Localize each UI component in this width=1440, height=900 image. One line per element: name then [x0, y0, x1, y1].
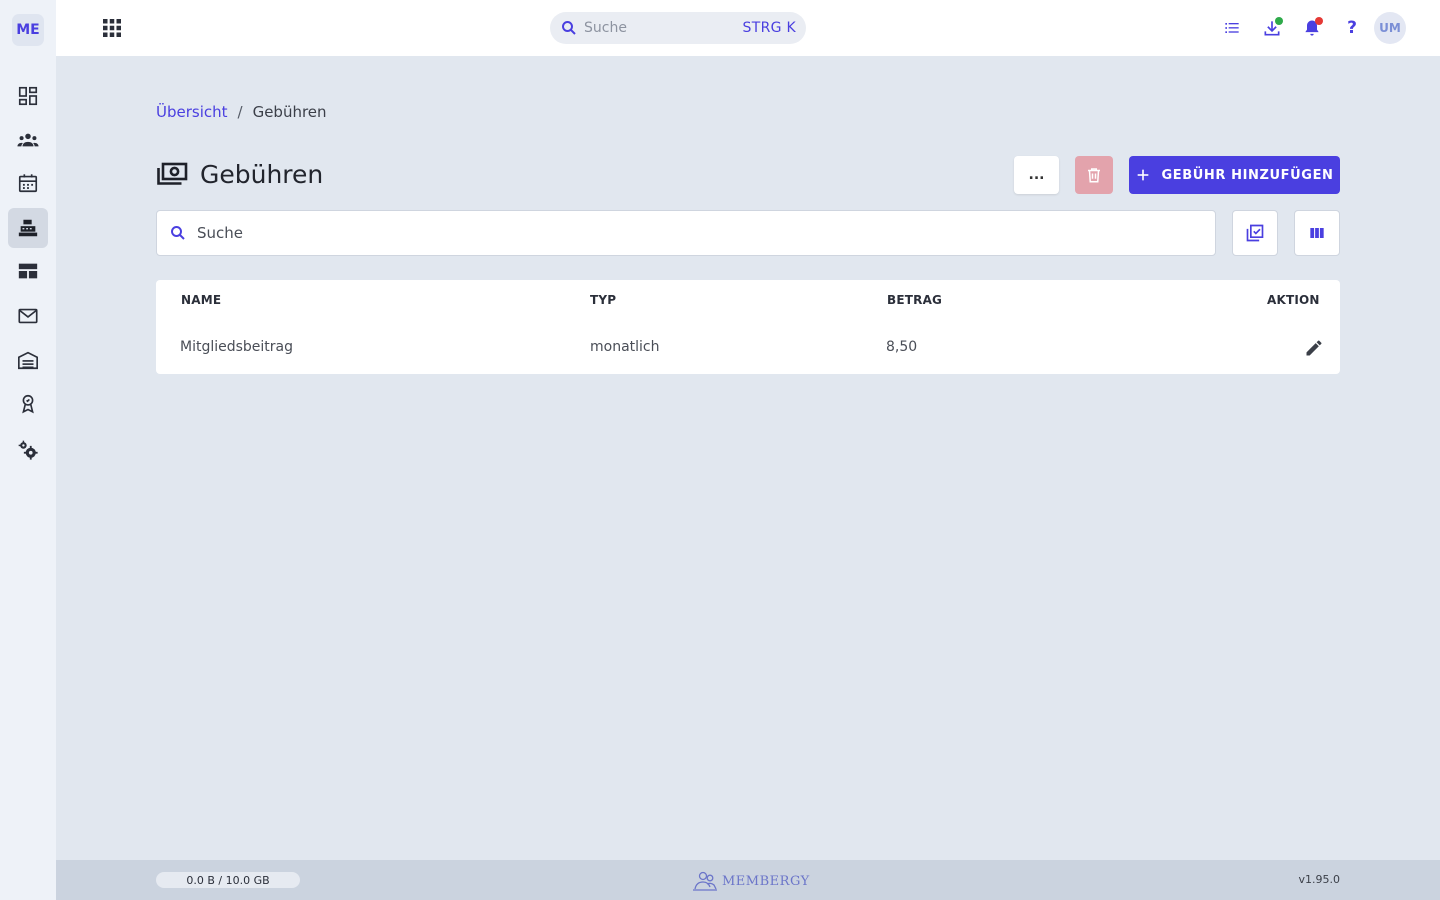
- columns-button[interactable]: [1294, 210, 1340, 256]
- checklist-icon: [1246, 224, 1264, 242]
- layout-icon: [18, 263, 38, 279]
- brand: MEMBERGY: [692, 870, 810, 892]
- search-shortcut-hint: STRG K: [742, 20, 796, 36]
- calendar-icon: [18, 174, 38, 193]
- sidebar-item-calendar[interactable]: [8, 163, 48, 203]
- column-header-action: AKTION: [1267, 293, 1320, 307]
- breadcrumb: Übersicht / Gebühren: [156, 103, 327, 121]
- sidebar-item-layout[interactable]: [8, 251, 48, 291]
- breadcrumb-overview-link[interactable]: Übersicht: [156, 103, 228, 121]
- sidebar-item-members[interactable]: [8, 120, 48, 160]
- plus-icon: [1138, 169, 1149, 181]
- search-icon: [562, 21, 576, 35]
- cash-register-icon: [18, 219, 38, 237]
- edit-icon[interactable]: [1304, 338, 1324, 358]
- column-header-amount[interactable]: BETRAG: [887, 293, 942, 307]
- tasks-button[interactable]: [1220, 16, 1244, 40]
- notification-badge: [1315, 17, 1323, 25]
- sidebar-item-awards[interactable]: [8, 384, 48, 424]
- award-icon: [22, 394, 34, 414]
- footer: 0.0 B / 10.0 GB MEMBERGY v1.95.0: [56, 860, 1440, 900]
- page-title: Gebühren: [200, 159, 324, 189]
- global-search[interactable]: Suche STRG K: [550, 12, 806, 44]
- app-logo[interactable]: ME: [12, 14, 44, 46]
- members-icon: [17, 133, 39, 147]
- downloads-button[interactable]: [1260, 16, 1284, 40]
- settings-icon: [18, 440, 38, 460]
- column-header-type[interactable]: TYP: [590, 293, 616, 307]
- sidebar-item-fees[interactable]: [8, 208, 48, 248]
- search-icon: [171, 226, 185, 240]
- fee-type-cell: monatlich: [590, 339, 660, 355]
- columns-icon: [1310, 228, 1324, 238]
- membergy-logo-icon: [693, 871, 717, 891]
- dashboard-icon: [18, 86, 38, 106]
- money-icon: [157, 162, 188, 185]
- user-avatar[interactable]: UM: [1374, 12, 1406, 44]
- fee-amount-cell: 8,50: [886, 339, 918, 355]
- sidebar-item-warehouse[interactable]: [8, 340, 48, 380]
- delete-button[interactable]: [1075, 156, 1113, 194]
- app-version: v1.95.0: [1298, 873, 1341, 886]
- list-icon: [1225, 23, 1239, 33]
- warehouse-icon: [18, 351, 38, 370]
- help-button[interactable]: ?: [1340, 16, 1364, 40]
- breadcrumb-current: Gebühren: [252, 103, 327, 121]
- fees-table: NAME TYP BETRAG AKTION Mitgliedsbeitrag …: [156, 280, 1340, 374]
- top-bar: Suche STRG K ? UM: [56, 0, 1440, 56]
- brand-name: MEMBERGY: [722, 873, 810, 889]
- fee-search-input[interactable]: [197, 224, 1203, 242]
- sidebar-item-mail[interactable]: [8, 296, 48, 336]
- notifications-button[interactable]: [1300, 16, 1324, 40]
- trash-icon: [1088, 168, 1100, 183]
- page-header: Gebühren: [156, 158, 323, 190]
- more-actions-button[interactable]: ...: [1014, 156, 1059, 194]
- add-fee-button[interactable]: GEBÜHR HINZUFÜGEN: [1129, 156, 1340, 194]
- download-status-dot: [1275, 17, 1283, 25]
- breadcrumb-separator: /: [237, 103, 243, 121]
- mail-icon: [18, 308, 38, 324]
- sidebar-item-dashboard[interactable]: [8, 76, 48, 116]
- add-fee-label: GEBÜHR HINZUFÜGEN: [1161, 167, 1334, 183]
- fee-search-field[interactable]: [156, 210, 1216, 256]
- fee-name-cell: Mitgliedsbeitrag: [180, 339, 294, 355]
- sidebar-item-settings[interactable]: [8, 430, 48, 470]
- global-search-placeholder: Suche: [584, 20, 627, 36]
- apps-grid-icon[interactable]: [100, 16, 124, 40]
- bulk-select-button[interactable]: [1232, 210, 1278, 256]
- column-header-name[interactable]: NAME: [181, 293, 221, 307]
- sidebar: ME: [0, 0, 56, 900]
- storage-usage: 0.0 B / 10.0 GB: [156, 872, 300, 888]
